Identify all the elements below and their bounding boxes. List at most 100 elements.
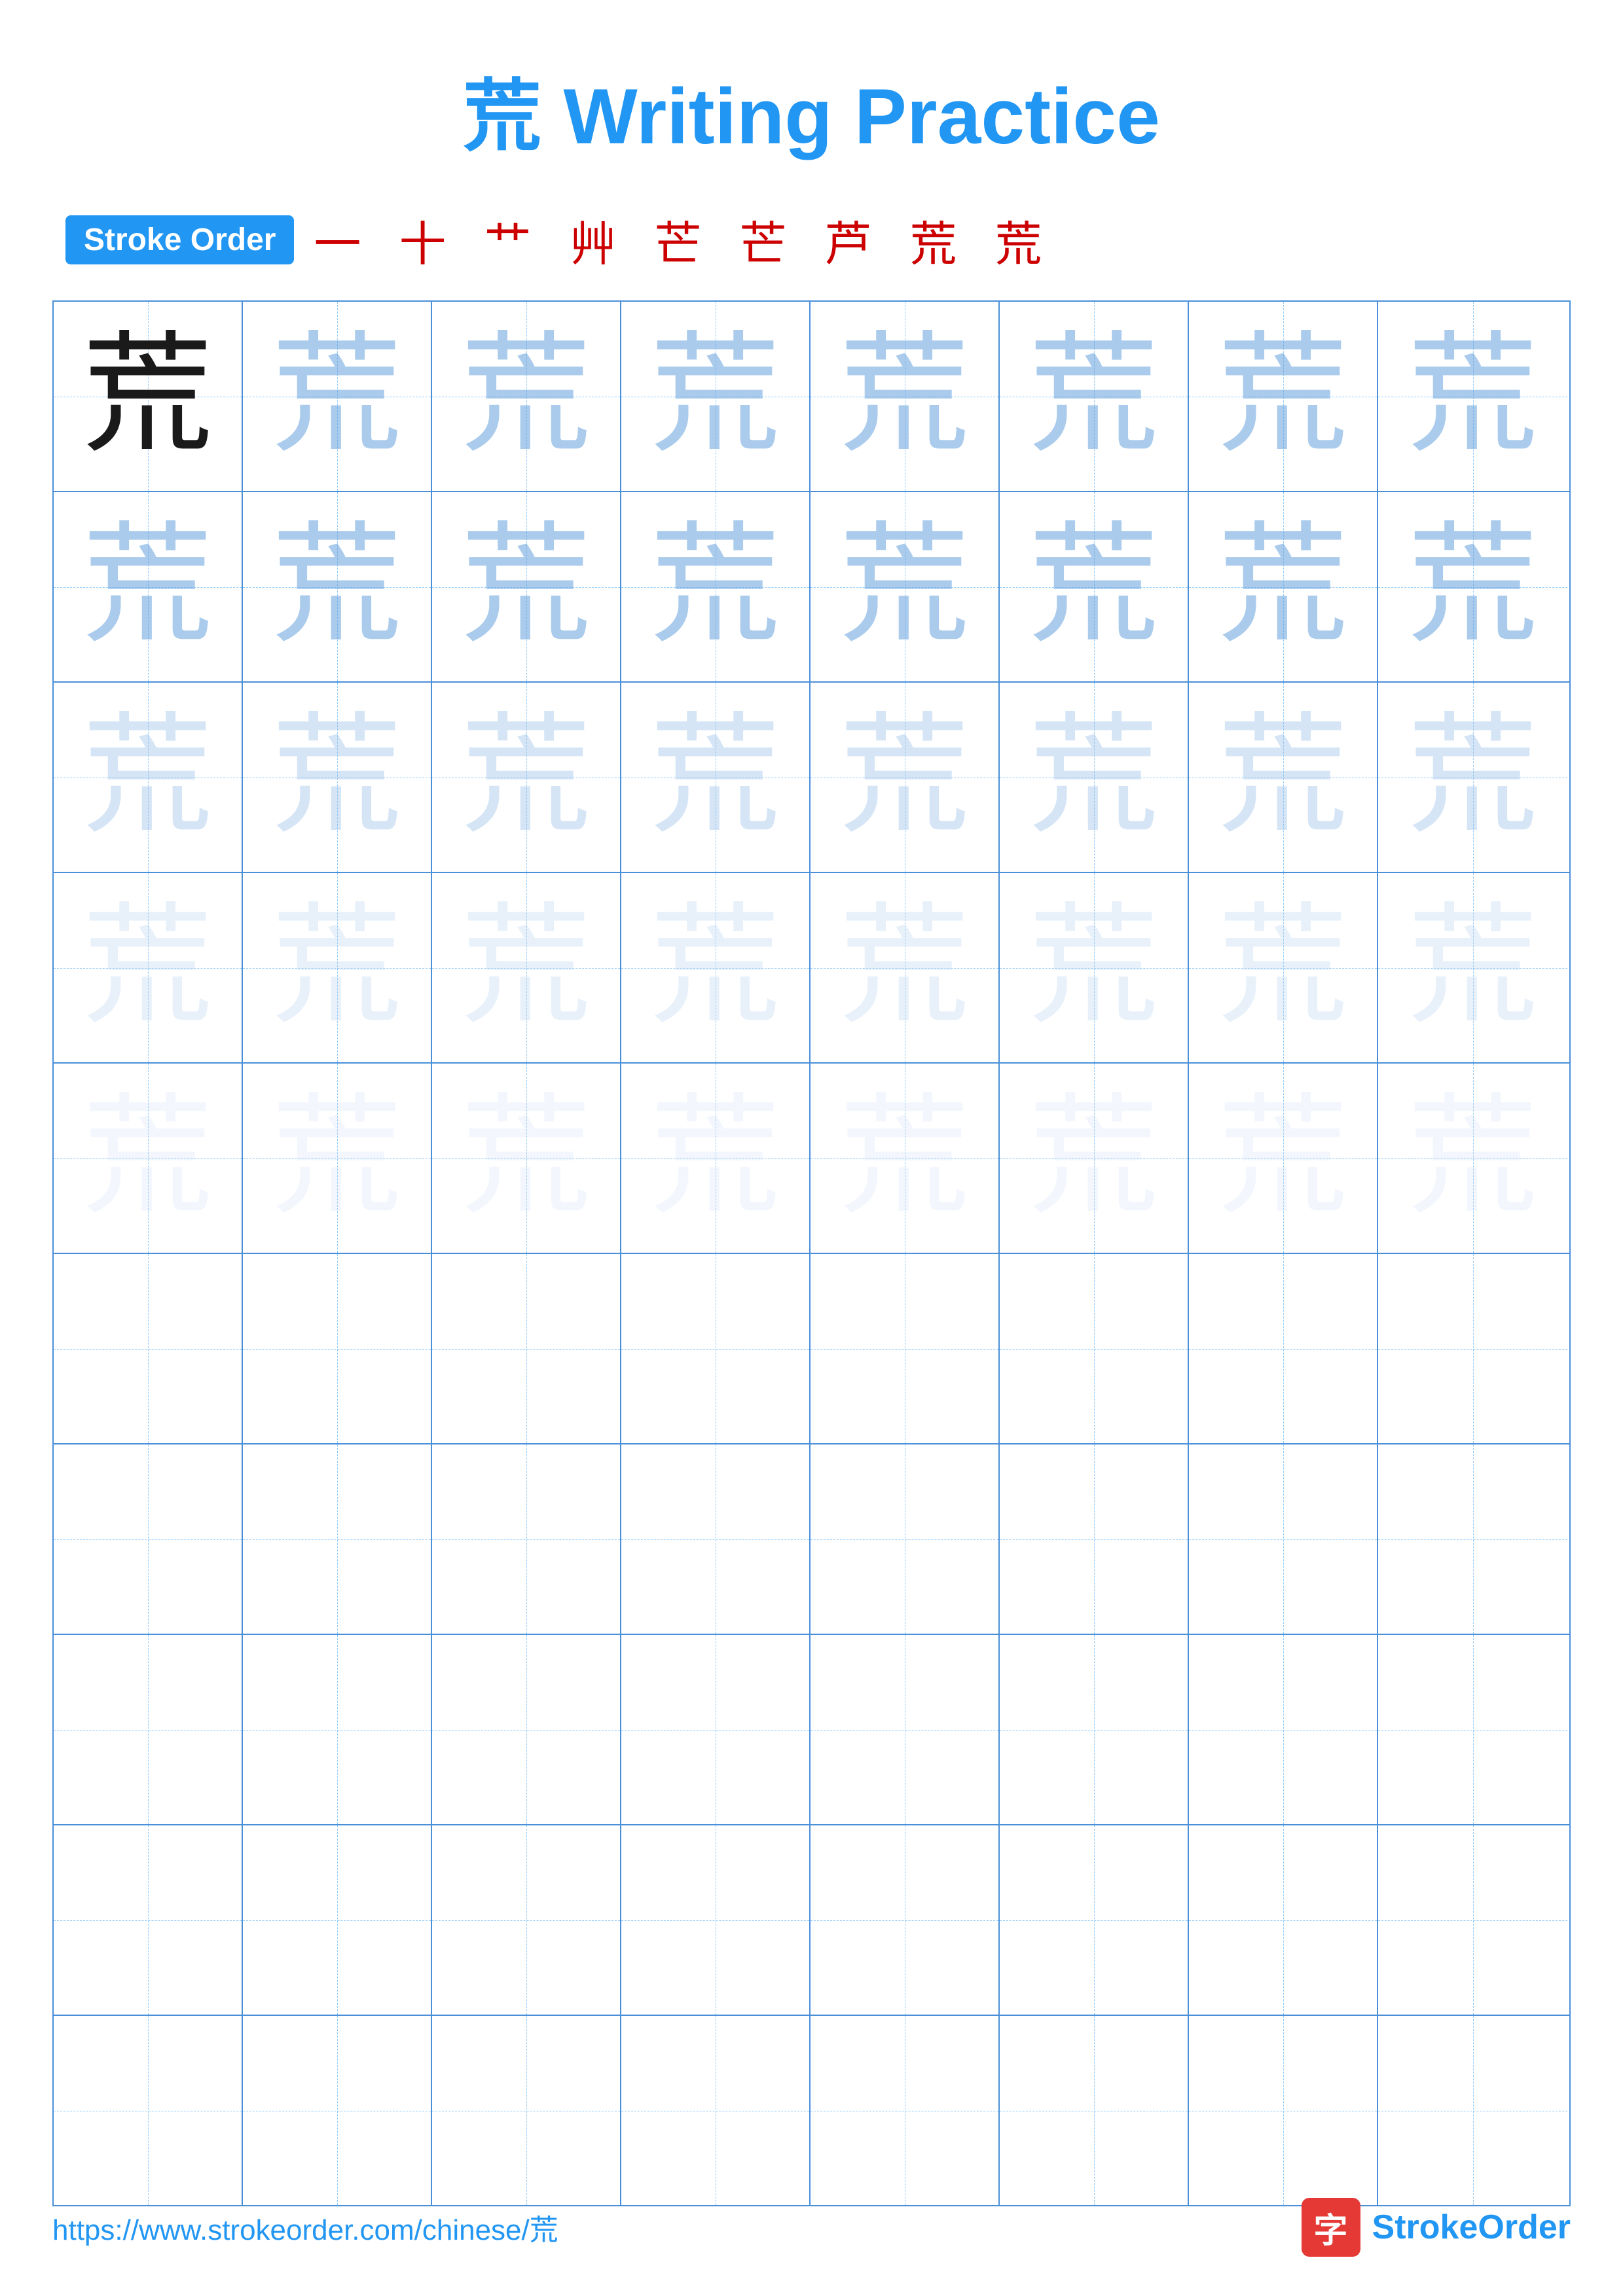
grid-cell[interactable]: 荒 [1000,1064,1189,1253]
grid-cell[interactable] [1189,1444,1378,1634]
grid-cell[interactable]: 荒 [811,1064,1000,1253]
grid-cell[interactable] [1189,1825,1378,2015]
grid-row-5: 荒 荒 荒 荒 荒 荒 荒 荒 [54,1064,1569,1254]
grid-cell[interactable] [243,1444,432,1634]
page-title: 荒 Writing Practice [0,0,1623,206]
grid-cell[interactable]: 荒 [432,683,621,872]
grid-cell[interactable] [1378,1444,1567,1634]
grid-row-10 [54,2016,1569,2205]
grid-cell[interactable] [243,1635,432,1824]
grid-cell[interactable]: 荒 [54,492,243,681]
grid-cell[interactable]: 荒 [1378,873,1567,1062]
grid-cell[interactable]: 荒 [621,302,811,491]
grid-cell[interactable] [1189,1635,1378,1824]
grid-cell[interactable]: 荒 [621,492,811,681]
stroke-order-row: Stroke Order 一 十 艹 艸 芒 芒 芦 荒 荒 [0,206,1623,274]
grid-cell[interactable]: 荒 [243,492,432,681]
footer-logo-text: StrokeOrder [1372,2208,1571,2247]
grid-cell[interactable] [54,1254,243,1443]
grid-cell[interactable] [54,2016,243,2205]
stroke-order-badge: Stroke Order [65,215,294,264]
grid-cell[interactable] [243,2016,432,2205]
grid-cell[interactable] [1378,1825,1567,2015]
grid-cell[interactable]: 荒 [1189,873,1378,1062]
grid-cell[interactable]: 荒 [54,302,243,491]
grid-cell[interactable]: 荒 [621,683,811,872]
grid-row-2: 荒 荒 荒 荒 荒 荒 荒 荒 [54,492,1569,683]
grid-cell[interactable]: 荒 [1378,683,1567,872]
grid-cell[interactable] [621,1635,811,1824]
grid-row-9 [54,1825,1569,2016]
grid-cell[interactable] [1189,2016,1378,2205]
grid-cell[interactable]: 荒 [811,683,1000,872]
grid-cell[interactable]: 荒 [811,302,1000,491]
grid-cell[interactable]: 荒 [54,683,243,872]
footer-logo-icon: 字 [1302,2198,1360,2257]
grid-cell[interactable] [811,1254,1000,1443]
footer-logo: 字 StrokeOrder [1302,2198,1571,2257]
grid-cell[interactable] [54,1444,243,1634]
grid-cell[interactable] [432,1825,621,2015]
grid-cell[interactable] [1000,1825,1189,2015]
grid-cell[interactable]: 荒 [1189,683,1378,872]
practice-grid: 荒 荒 荒 荒 荒 荒 荒 荒 荒 荒 荒 [52,300,1571,2206]
grid-cell[interactable] [1378,1635,1567,1824]
grid-cell[interactable]: 荒 [1189,1064,1378,1253]
grid-row-8 [54,1635,1569,1825]
grid-cell[interactable] [1000,1444,1189,1634]
grid-cell[interactable] [432,2016,621,2205]
grid-cell[interactable] [1000,2016,1189,2205]
grid-cell[interactable] [811,1635,1000,1824]
grid-cell[interactable] [1189,1254,1378,1443]
grid-cell[interactable]: 荒 [1000,683,1189,872]
grid-cell[interactable]: 荒 [811,873,1000,1062]
grid-cell[interactable]: 荒 [54,873,243,1062]
grid-cell[interactable] [1378,2016,1567,2205]
grid-cell[interactable] [811,1825,1000,2015]
grid-cell[interactable]: 荒 [432,873,621,1062]
grid-row-4: 荒 荒 荒 荒 荒 荒 荒 荒 [54,873,1569,1064]
grid-cell[interactable] [1000,1635,1189,1824]
grid-cell[interactable]: 荒 [432,492,621,681]
grid-cell[interactable] [621,1825,811,2015]
grid-cell[interactable]: 荒 [1000,873,1189,1062]
grid-cell[interactable] [54,1825,243,2015]
grid-row-7 [54,1444,1569,1635]
grid-row-1: 荒 荒 荒 荒 荒 荒 荒 荒 [54,302,1569,492]
grid-cell[interactable] [621,1254,811,1443]
grid-cell[interactable] [621,2016,811,2205]
grid-cell[interactable]: 荒 [243,873,432,1062]
grid-cell[interactable] [811,1444,1000,1634]
grid-cell[interactable] [243,1825,432,2015]
grid-cell[interactable]: 荒 [1189,492,1378,681]
grid-cell[interactable]: 荒 [1000,492,1189,681]
grid-cell[interactable]: 荒 [54,1064,243,1253]
grid-cell[interactable]: 荒 [243,302,432,491]
grid-row-6 [54,1254,1569,1444]
grid-cell[interactable]: 荒 [621,873,811,1062]
grid-cell[interactable] [243,1254,432,1443]
grid-cell[interactable]: 荒 [1378,302,1567,491]
grid-cell[interactable]: 荒 [1378,492,1567,681]
grid-cell[interactable]: 荒 [1378,1064,1567,1253]
grid-cell[interactable] [811,2016,1000,2205]
grid-cell[interactable] [432,1635,621,1824]
grid-cell[interactable] [621,1444,811,1634]
grid-cell[interactable]: 荒 [1000,302,1189,491]
grid-cell[interactable]: 荒 [243,683,432,872]
grid-cell[interactable] [1000,1254,1189,1443]
grid-cell[interactable]: 荒 [811,492,1000,681]
grid-cell[interactable] [54,1635,243,1824]
stroke-order-chars: 一 十 艹 艸 芒 芒 芦 荒 荒 [314,206,1055,274]
grid-cell[interactable] [1378,1254,1567,1443]
grid-cell[interactable]: 荒 [1189,302,1378,491]
footer: https://www.strokeorder.com/chinese/荒 字 … [0,2198,1623,2257]
grid-cell[interactable]: 荒 [621,1064,811,1253]
grid-cell[interactable]: 荒 [432,302,621,491]
footer-url[interactable]: https://www.strokeorder.com/chinese/荒 [52,2206,558,2248]
grid-cell[interactable] [432,1254,621,1443]
grid-cell[interactable]: 荒 [432,1064,621,1253]
grid-cell[interactable]: 荒 [243,1064,432,1253]
grid-row-3: 荒 荒 荒 荒 荒 荒 荒 荒 [54,683,1569,873]
grid-cell[interactable] [432,1444,621,1634]
